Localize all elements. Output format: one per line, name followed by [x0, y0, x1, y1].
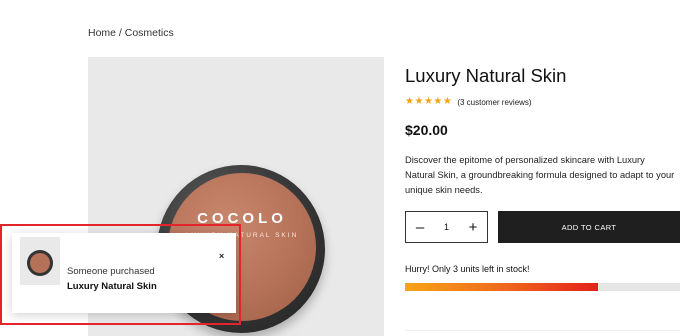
stock-message: Hurry! Only 3 units left in stock! — [405, 264, 530, 274]
product-title: Luxury Natural Skin — [405, 65, 567, 86]
product-description: Discover the epitome of personalized ski… — [405, 155, 675, 195]
star-icon: ★ — [414, 96, 424, 107]
quantity-stepper[interactable]: – 1 + — [405, 211, 488, 243]
quantity-value[interactable]: 1 — [444, 222, 449, 232]
stock-progress-fill — [405, 283, 598, 291]
quantity-decrease-button[interactable]: – — [414, 220, 426, 235]
quantity-increase-button[interactable]: + — [467, 220, 479, 235]
breadcrumb[interactable]: Home / Cosmetics — [88, 27, 174, 39]
rating-stars: ★ ★ ★ ★ ★ — [405, 97, 452, 107]
divider — [405, 330, 680, 331]
star-icon: ★ — [442, 96, 452, 107]
stock-progress-bar — [405, 283, 680, 291]
star-icon: ★ — [433, 96, 443, 107]
product-price: $20.00 — [405, 122, 448, 138]
star-icon: ★ — [405, 96, 414, 107]
product-rating: ★ ★ ★ ★ ★ (3 customer reviews) — [405, 97, 532, 107]
product-page: Home / Cosmetics COCOLO LUXURY NATURAL S… — [0, 0, 680, 336]
add-to-cart-button[interactable]: ADD TO CART — [498, 211, 680, 243]
star-icon: ★ — [423, 96, 433, 107]
reviews-link[interactable]: (3 customer reviews) — [457, 98, 531, 107]
highlight-box — [0, 224, 241, 325]
